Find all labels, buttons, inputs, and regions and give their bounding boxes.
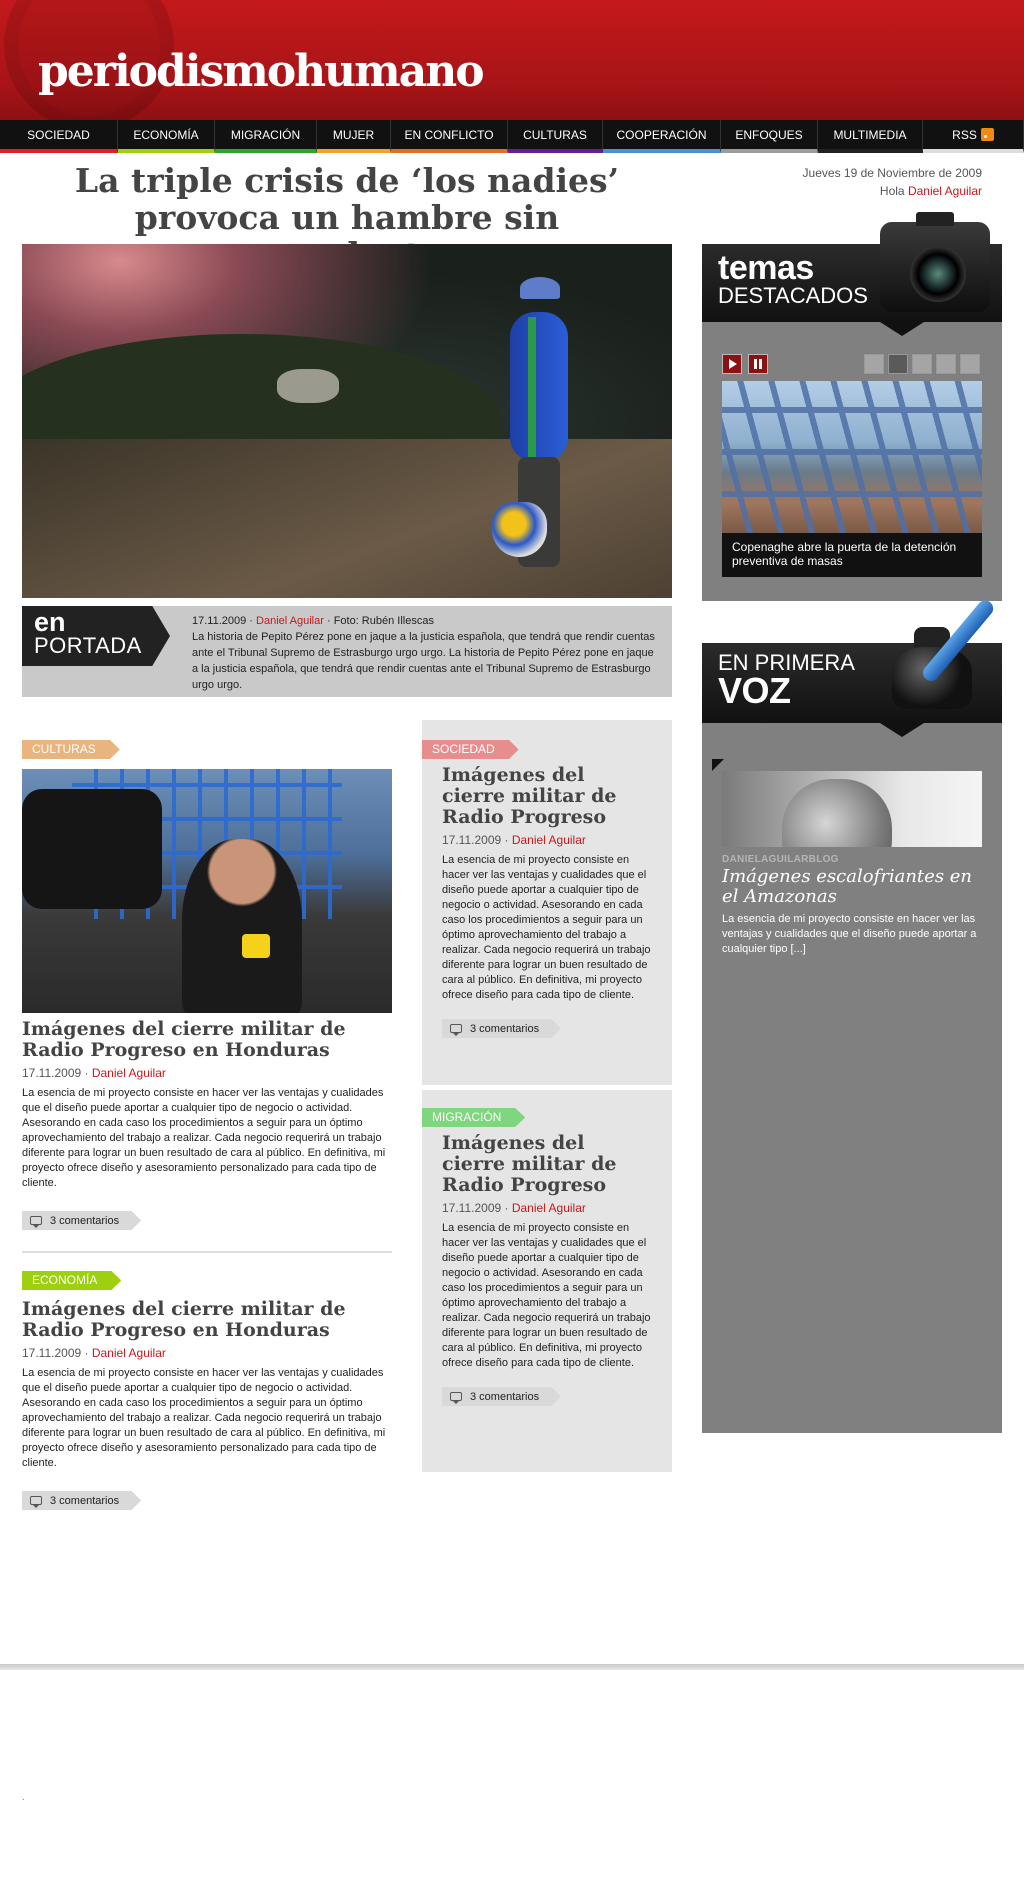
en-primera-voz-panel: EN PRIMERA VOZ DanielAguilarBlog Imágene… (702, 597, 1002, 1433)
comments-button[interactable]: 3 comentarios (22, 1491, 142, 1510)
site-logo[interactable]: periodismohumano (38, 46, 485, 97)
speech-bubble-icon (450, 1024, 462, 1036)
article-date: 17.11.2009 · (442, 1201, 509, 1215)
lead-date: 17.11.2009 · (192, 615, 253, 627)
article-author-link[interactable]: Daniel Aguilar (92, 1066, 166, 1080)
article-body: La esencia de mi proyecto consiste en ha… (22, 1367, 386, 1469)
nav-item-economia[interactable]: Economía (118, 120, 215, 153)
rss-icon (980, 128, 994, 141)
footer-mark: . (22, 1792, 25, 1803)
divider (22, 1251, 392, 1253)
site-header: periodismohumano (0, 0, 1024, 120)
nav-item-rss[interactable]: RSS (923, 120, 1024, 153)
voz-header: EN PRIMERA VOZ (702, 597, 1002, 737)
blog-name[interactable]: DanielAguilarBlog (722, 854, 839, 865)
article-author-link[interactable]: Daniel Aguilar (512, 833, 586, 847)
article-title[interactable]: Imágenes del cierre militar de Radio Pro… (22, 1299, 392, 1341)
slider-dots (864, 354, 980, 374)
article-title[interactable]: Imágenes del cierre militar de Radio Pro… (22, 1019, 392, 1061)
temas-header: temas DESTACADOS (702, 212, 1002, 336)
speech-bubble-icon (30, 1216, 42, 1228)
play-icon[interactable] (722, 354, 742, 374)
slide-dot[interactable] (936, 354, 956, 374)
article-title[interactable]: Imágenes del cierre militar de Radio Pro… (442, 1133, 652, 1196)
voz-article-body: La esencia de mi proyecto consiste en ha… (722, 913, 977, 955)
temas-title-top: temas (718, 249, 814, 287)
inkwell-pen-icon (882, 597, 997, 723)
portada-tag: en PORTADA (22, 606, 170, 666)
speech-bubble-icon (450, 1392, 462, 1404)
nav-item-enfoques[interactable]: Enfoques (721, 120, 818, 153)
slide-dot[interactable] (912, 354, 932, 374)
corner-decoration (712, 759, 724, 771)
main-nav: Sociedad Economía Migración Mujer En con… (0, 120, 1024, 153)
category-label-culturas[interactable]: Culturas (22, 740, 120, 759)
slide-caption[interactable]: Copenaghe abre la puerta de la detención… (722, 533, 982, 577)
comments-button[interactable]: 3 comentarios (442, 1019, 562, 1038)
article-body: La esencia de mi proyecto consiste en ha… (442, 854, 651, 1001)
date-info: Jueves 19 de Noviembre de 2009 Hola Dani… (803, 164, 982, 200)
temas-destacados-panel: temas DESTACADOS Copenaghe abre la puert… (702, 212, 1002, 601)
nav-item-migracion[interactable]: Migración (215, 120, 317, 153)
nav-item-mujer[interactable]: Mujer (317, 120, 391, 153)
slider-controls (722, 354, 768, 374)
author-photo[interactable] (722, 771, 982, 847)
slide-dot[interactable] (960, 354, 980, 374)
lead-photo-credit: · Foto: Rubén Illescas (326, 615, 434, 627)
nav-item-en-conflicto[interactable]: En conflicto (391, 120, 508, 153)
article-date: 17.11.2009 · (442, 833, 509, 847)
portada-box: en PORTADA 17.11.2009 · Daniel Aguilar ·… (22, 606, 672, 697)
portada-text: 17.11.2009 · Daniel Aguilar · Foto: Rubé… (192, 613, 662, 693)
camera-icon (880, 212, 990, 312)
user-link[interactable]: Daniel Aguilar (908, 184, 982, 198)
article-sociedad: Sociedad Imágenes del cierre militar de … (422, 720, 672, 1085)
voz-title-bottom: VOZ (718, 670, 791, 711)
comments-button[interactable]: 3 comentarios (442, 1387, 562, 1406)
slide-dot[interactable] (864, 354, 884, 374)
voz-article-title[interactable]: Imágenes escalofriantes en el Amazonas (722, 867, 987, 907)
article-economia: Economía Imágenes del cierre militar de … (22, 1271, 392, 1510)
article-culturas: Culturas Imágenes del cierre militar de … (22, 740, 392, 1230)
slide-dot-active[interactable] (888, 354, 908, 374)
article-date: 17.11.2009 · (22, 1346, 89, 1360)
article-migracion: Migración Imágenes del cierre militar de… (422, 1090, 672, 1472)
lead-summary: La historia de Pepito Pérez pone en jaqu… (192, 631, 655, 691)
slide-image[interactable] (722, 381, 982, 533)
article-body: La esencia de mi proyecto consiste en ha… (442, 1222, 651, 1369)
lead-photo[interactable] (22, 244, 672, 598)
nav-item-culturas[interactable]: Culturas (508, 120, 603, 153)
article-date: 17.11.2009 · (22, 1066, 89, 1080)
footer-divider (0, 1664, 1024, 1670)
category-label-sociedad[interactable]: Sociedad (422, 740, 519, 759)
nav-item-sociedad[interactable]: Sociedad (0, 120, 118, 153)
article-photo[interactable] (22, 769, 392, 1013)
comments-button[interactable]: 3 comentarios (22, 1211, 142, 1230)
speech-bubble-icon (30, 1496, 42, 1508)
current-date: Jueves 19 de Noviembre de 2009 (802, 166, 982, 180)
lead-author-link[interactable]: Daniel Aguilar (256, 615, 324, 627)
greeting: Hola (879, 184, 905, 198)
temas-title-bottom: DESTACADOS (718, 283, 868, 308)
article-title[interactable]: Imágenes del cierre militar de Radio Pro… (442, 765, 652, 828)
nav-item-multimedia[interactable]: Multimedia (818, 120, 923, 153)
nav-item-cooperacion[interactable]: Cooperación (603, 120, 721, 153)
category-label-economia[interactable]: Economía (22, 1271, 122, 1290)
article-author-link[interactable]: Daniel Aguilar (512, 1201, 586, 1215)
article-author-link[interactable]: Daniel Aguilar (92, 1346, 166, 1360)
article-body: La esencia de mi proyecto consiste en ha… (22, 1087, 386, 1189)
category-label-migracion[interactable]: Migración (422, 1108, 526, 1127)
pause-icon[interactable] (748, 354, 768, 374)
